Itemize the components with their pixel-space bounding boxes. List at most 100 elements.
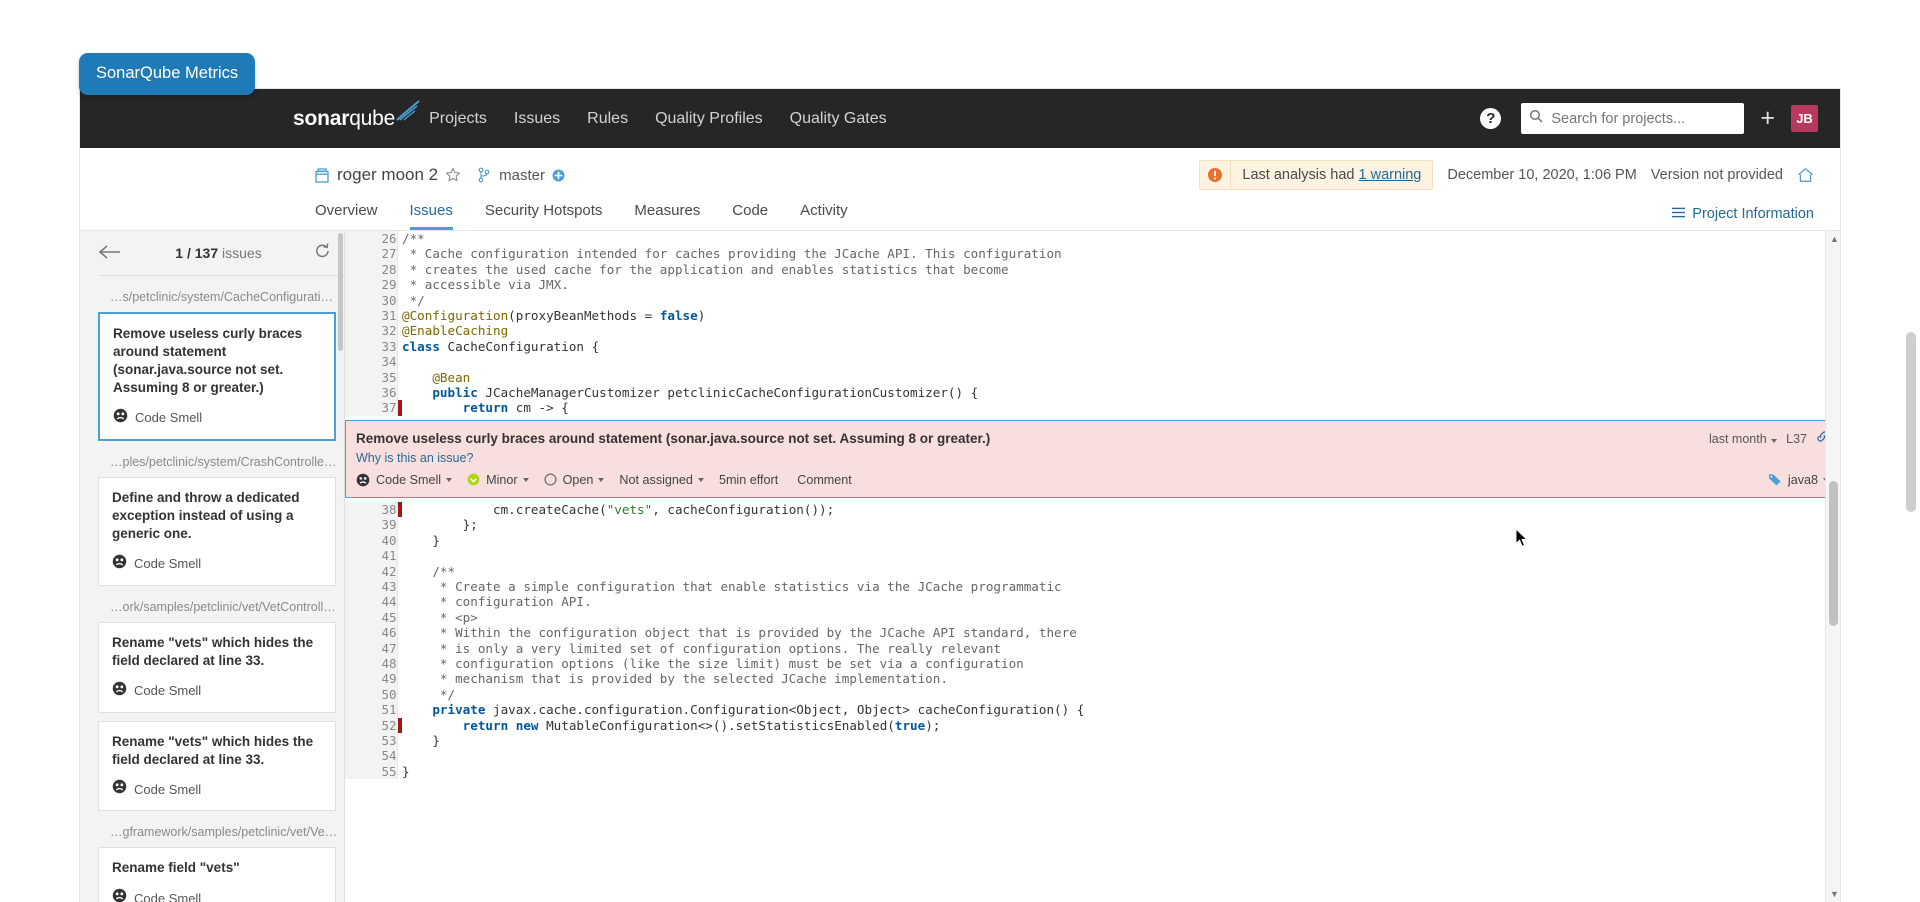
issue-tag-value: java8 (1787, 472, 1818, 487)
line-number[interactable]: 55 (345, 763, 398, 780)
issues-sidebar: 1 / 137 issues …s/petclinic/system/Cache… (80, 231, 345, 902)
list-bars-icon (1672, 206, 1686, 222)
line-number[interactable]: 52 (345, 717, 398, 733)
nav-link-quality-profiles[interactable]: Quality Profiles (655, 110, 763, 128)
code-line-text: class CacheConfiguration { (402, 338, 600, 354)
line-number[interactable]: 26 (345, 231, 398, 247)
nav-link-projects[interactable]: Projects (429, 110, 487, 128)
tab-code[interactable]: Code (732, 202, 768, 230)
project-information-link[interactable]: Project Information (1672, 206, 1814, 230)
line-number[interactable]: 36 (345, 385, 398, 401)
line-number[interactable]: 53 (345, 732, 398, 749)
line-number[interactable]: 38 (345, 501, 398, 518)
issue-type-dropdown[interactable]: Code Smell (356, 473, 453, 487)
logo-light-text: qube (349, 106, 396, 130)
line-number[interactable]: 35 (345, 369, 398, 386)
browser-scrollbar[interactable] (1905, 12, 1918, 892)
code-line: 34 (345, 354, 1840, 370)
line-number[interactable]: 45 (345, 609, 398, 626)
tab-overview[interactable]: Overview (315, 202, 378, 230)
line-number[interactable]: 32 (345, 323, 398, 339)
code-line-text: * configuration options (like the size l… (402, 655, 1024, 671)
project-header: roger moon 2 master Last analysis had 1 … (80, 148, 1840, 231)
list-item[interactable]: Define and throw a dedicated exception i… (98, 476, 336, 586)
list-item[interactable]: Rename field "vets" Code Smell (98, 847, 336, 902)
line-number[interactable]: 29 (345, 277, 398, 293)
line-number[interactable]: 42 (345, 563, 398, 579)
browser-scrollbar-thumb[interactable] (1906, 332, 1916, 512)
back-arrow-icon[interactable] (98, 242, 122, 264)
tab-security-hotspots[interactable]: Security Hotspots (485, 202, 603, 230)
file-path-label[interactable]: …ork/samples/petclinic/vet/VetController… (98, 586, 344, 622)
tab-activity[interactable]: Activity (800, 202, 848, 230)
app-scrollbar[interactable]: ▲ ▼ (1825, 231, 1840, 902)
scroll-down-arrow[interactable]: ▼ (1830, 889, 1839, 899)
issue-severity-dropdown[interactable]: Minor (467, 473, 529, 487)
issue-detail-cell: Remove useless curly braces around state… (345, 416, 1840, 502)
home-icon[interactable] (1797, 167, 1814, 183)
scroll-up-arrow[interactable]: ▲ (1830, 234, 1839, 244)
issue-assignee-value: Not assigned (619, 472, 693, 487)
sidebar-scrollbar-thumb[interactable] (338, 233, 343, 351)
file-path-label[interactable]: …ples/petclinic/system/CrashController.j… (98, 441, 344, 477)
line-number[interactable]: 49 (345, 671, 398, 687)
code-line: 49 * mechanism that is provided by the s… (345, 671, 1840, 687)
line-number[interactable]: 44 (345, 594, 398, 610)
branch-icon (478, 167, 490, 183)
line-number[interactable]: 39 (345, 517, 398, 533)
nav-link-rules[interactable]: Rules (587, 110, 628, 128)
code-line-text: @Bean (402, 369, 471, 385)
nav-link-quality-gates[interactable]: Quality Gates (790, 110, 887, 128)
analysis-warning-badge[interactable]: Last analysis had 1 warning (1199, 160, 1434, 190)
list-item[interactable]: Remove useless curly braces around state… (98, 312, 336, 441)
code-line: 29 * accessible via JMX. (345, 277, 1840, 293)
issue-status-dropdown[interactable]: Open (544, 473, 605, 487)
analysis-warning-link[interactable]: 1 warning (1359, 167, 1422, 183)
line-number[interactable]: 50 (345, 686, 398, 703)
sidebar-scrollbar[interactable] (338, 231, 345, 902)
line-number[interactable]: 48 (345, 655, 398, 672)
file-path-label[interactable]: …s/petclinic/system/CacheConfiguration.j… (98, 276, 344, 312)
line-number[interactable]: 34 (345, 354, 398, 370)
line-number[interactable]: 47 (345, 640, 398, 656)
search-input[interactable] (1551, 110, 1737, 127)
page-title: roger moon 2 (337, 165, 439, 184)
sonarqube-logo[interactable]: sonar qube (293, 99, 420, 131)
line-number[interactable]: 30 (345, 292, 398, 309)
nav-link-issues[interactable]: Issues (514, 110, 560, 128)
list-item[interactable]: Rename "vets" which hides the field decl… (98, 621, 336, 713)
line-number[interactable]: 51 (345, 702, 398, 718)
issue-tag-dropdown[interactable]: java8 (1768, 473, 1829, 487)
help-icon[interactable]: ? (1480, 108, 1502, 129)
line-number[interactable]: 43 (345, 578, 398, 595)
refresh-icon[interactable] (315, 243, 330, 264)
line-number[interactable]: 40 (345, 532, 398, 549)
file-path-label[interactable]: …gframework/samples/petclinic/vet/Vets.j… (98, 811, 344, 847)
line-number[interactable]: 54 (345, 748, 398, 764)
issue-assignee-dropdown[interactable]: Not assigned (619, 473, 704, 487)
tab-measures[interactable]: Measures (634, 202, 700, 230)
code-line-text: * configuration API. (402, 594, 592, 610)
why-is-this-an-issue-link[interactable]: Why is this an issue? (346, 448, 1839, 465)
favorite-star-icon[interactable] (445, 167, 461, 183)
line-number[interactable]: 37 (345, 400, 398, 416)
line-number[interactable]: 27 (345, 246, 398, 262)
code-line-text: cm.createCache("vets", cacheConfiguratio… (402, 501, 835, 517)
line-number[interactable]: 41 (345, 548, 398, 564)
create-plus-icon[interactable]: + (1760, 106, 1775, 131)
line-number[interactable]: 46 (345, 625, 398, 641)
issue-comment-button[interactable]: Comment (797, 473, 856, 487)
branch-status-icon[interactable] (552, 169, 565, 182)
code-line-text: private javax.cache.configuration.Config… (402, 702, 1085, 718)
line-number[interactable]: 33 (345, 338, 398, 355)
list-item[interactable]: Rename "vets" which hides the field decl… (98, 720, 336, 812)
project-information-label: Project Information (1692, 206, 1814, 222)
tab-issues[interactable]: Issues (409, 202, 453, 230)
app-scrollbar-thumb[interactable] (1829, 481, 1838, 626)
line-number[interactable]: 31 (345, 308, 398, 324)
code-smell-icon (112, 554, 127, 574)
line-number[interactable]: 28 (345, 261, 398, 278)
search-box[interactable] (1521, 103, 1745, 134)
user-avatar[interactable]: JB (1791, 105, 1818, 132)
tab-measures-label: Measures (634, 202, 701, 219)
